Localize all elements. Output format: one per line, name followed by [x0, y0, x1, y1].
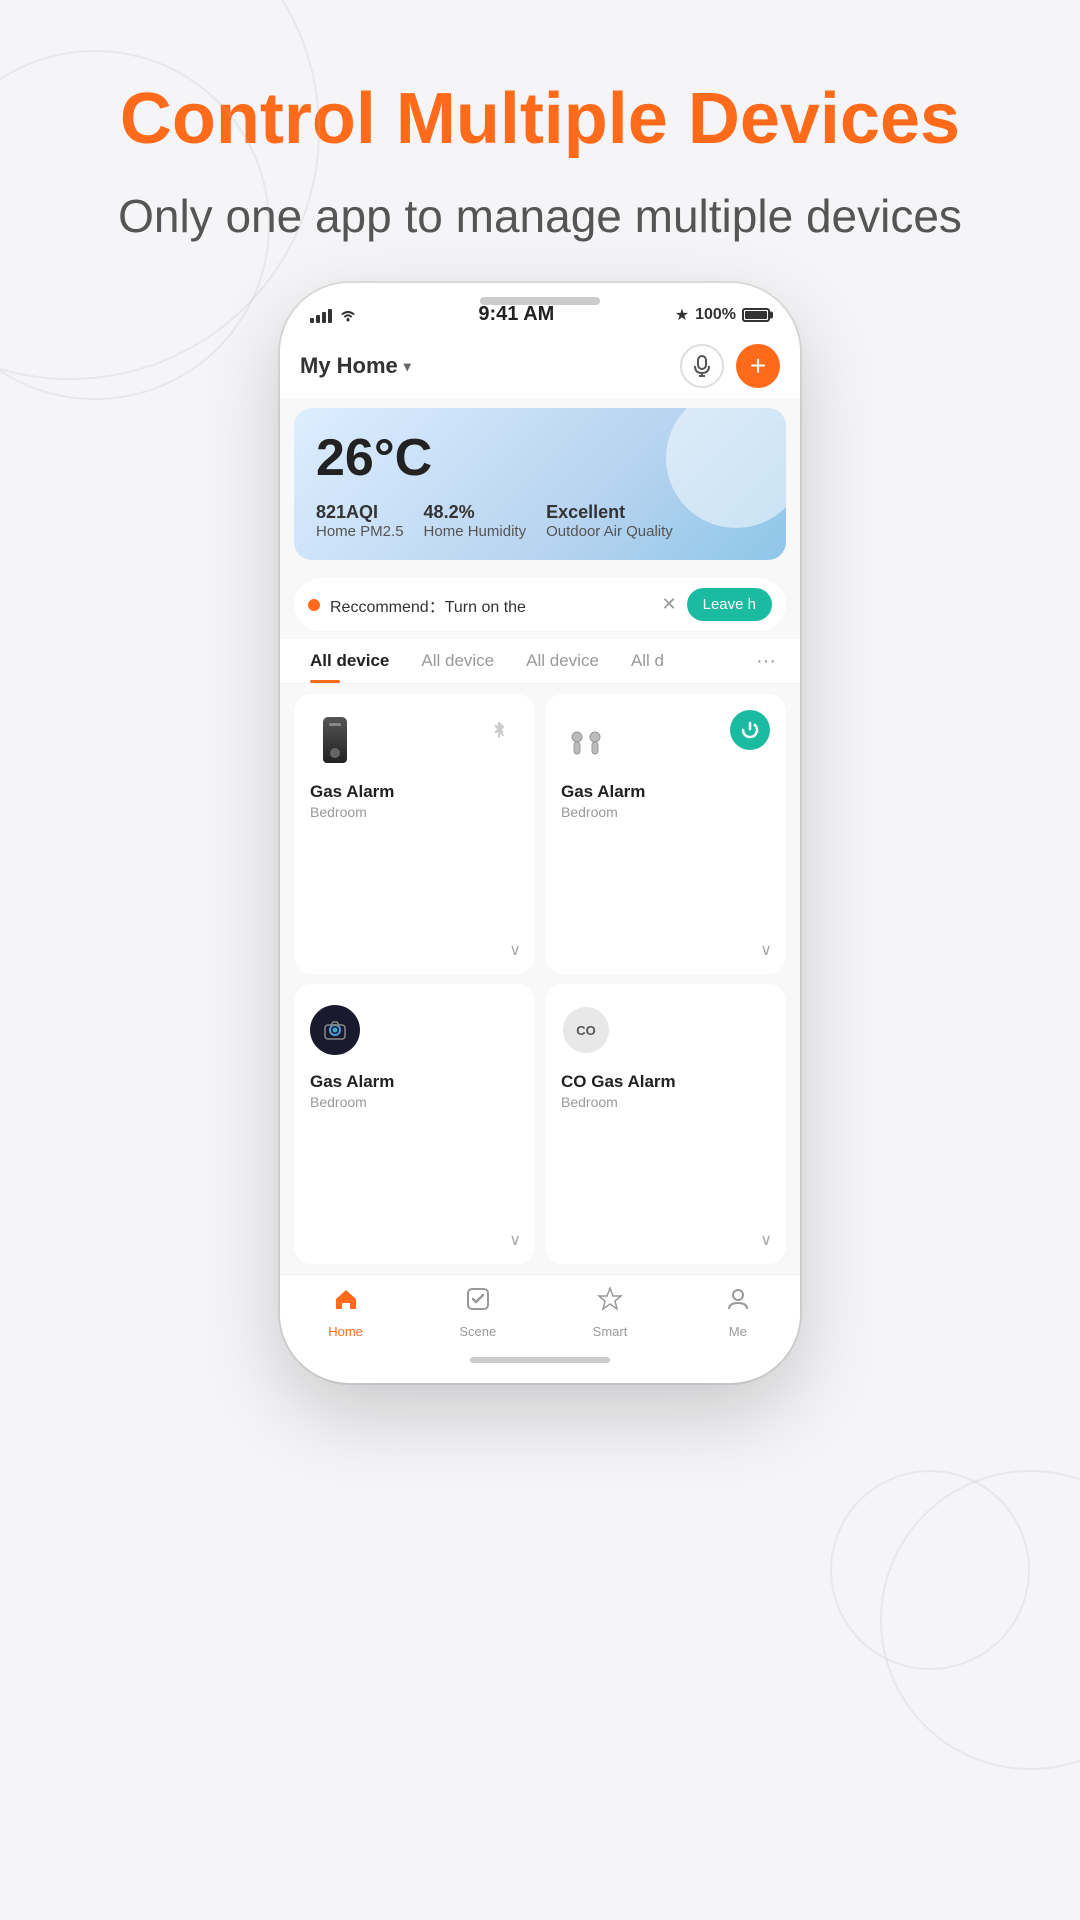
app-header: My Home ▾ + [280, 334, 800, 398]
nav-me[interactable]: Me [724, 1285, 752, 1339]
rec-text: Reccommend：Turn on the [330, 593, 652, 617]
tab-all-device-3[interactable]: All device [510, 639, 615, 683]
expand-icon-4[interactable]: ∨ [760, 1230, 772, 1250]
page-header: Control Multiple Devices Only one app to… [0, 0, 1080, 283]
device-card-4[interactable]: CO CO Gas Alarm Bedroom ∨ [545, 984, 786, 1264]
airpods-icon [561, 715, 611, 765]
page-title: Control Multiple Devices [0, 80, 1080, 159]
bluetooth-icon: ★ [675, 305, 689, 325]
mic-button[interactable] [680, 344, 724, 388]
tab-all-device-2[interactable]: All device [405, 639, 510, 683]
co-sensor-image: CO [561, 1000, 611, 1060]
gas-device-image [310, 710, 360, 770]
tabs-more-button[interactable]: ··· [746, 640, 786, 683]
device-card-3[interactable]: Gas Alarm Bedroom ∨ [294, 984, 535, 1264]
device-room-4: Bedroom [561, 1094, 770, 1110]
bottom-nav: Home Scene Smart [280, 1274, 800, 1347]
expand-icon-2[interactable]: ∨ [760, 940, 772, 960]
device-name-4: CO Gas Alarm [561, 1072, 770, 1092]
device-icon-area-2 [561, 710, 770, 770]
battery-icon [742, 308, 770, 322]
humidity-label: Home Humidity [424, 523, 527, 540]
page-subtitle: Only one app to manage multiple devices [0, 189, 1080, 243]
me-nav-label: Me [729, 1324, 747, 1339]
device-icon-area-1 [310, 710, 519, 770]
rec-dot-icon [308, 599, 320, 611]
home-nav-icon [332, 1285, 360, 1320]
device-room-1: Bedroom [310, 804, 519, 820]
status-left [310, 307, 358, 323]
home-indicator [470, 1357, 610, 1363]
weather-air-quality: Excellent Outdoor Air Quality [546, 502, 673, 540]
device-card-1[interactable]: Gas Alarm Bedroom ∨ [294, 694, 535, 974]
camera-image [310, 1000, 360, 1060]
power-on-icon [730, 710, 770, 750]
expand-icon-3[interactable]: ∨ [509, 1230, 521, 1250]
app-content: My Home ▾ + 26°C [280, 334, 800, 1347]
nav-home[interactable]: Home [328, 1285, 363, 1339]
scene-nav-icon [464, 1285, 492, 1320]
battery-percent: 100% [695, 306, 736, 324]
air-quality-value: Excellent [546, 502, 673, 523]
status-time: 9:41 AM [478, 303, 554, 326]
scene-nav-label: Scene [459, 1324, 496, 1339]
home-nav-label: Home [328, 1324, 363, 1339]
device-icon-area-4: CO [561, 1000, 770, 1060]
smart-nav-label: Smart [593, 1324, 628, 1339]
status-bar: 9:41 AM ★ 100% [280, 283, 800, 334]
aqi-label: Home PM2.5 [316, 523, 404, 540]
device-grid: Gas Alarm Bedroom ∨ [280, 684, 800, 1274]
add-button[interactable]: + [736, 344, 780, 388]
phone-bottom-bar [280, 1347, 800, 1383]
air-quality-label: Outdoor Air Quality [546, 523, 673, 540]
device-tabs: All device All device All device All d ·… [280, 639, 800, 684]
smart-nav-icon [596, 1285, 624, 1320]
device-icon-area-3 [310, 1000, 519, 1060]
bluetooth-off-icon [479, 710, 519, 750]
phone-frame: 9:41 AM ★ 100% My Home ▾ [280, 283, 800, 1383]
humidity-value: 48.2% [424, 502, 527, 523]
status-off-icon-3 [479, 1000, 519, 1040]
expand-icon-1[interactable]: ∨ [509, 940, 521, 960]
aqi-value: 821AQI [316, 502, 404, 523]
chevron-down-icon: ▾ [404, 358, 411, 375]
mic-icon [693, 355, 711, 377]
rec-action-button[interactable]: Leave h [687, 588, 772, 621]
header-icons: + [680, 344, 780, 388]
device-name-3: Gas Alarm [310, 1072, 519, 1092]
tab-all-device-1[interactable]: All device [294, 639, 405, 683]
nav-smart[interactable]: Smart [593, 1285, 628, 1339]
device-name-1: Gas Alarm [310, 782, 519, 802]
status-right: ★ 100% [675, 305, 770, 325]
device-card-2[interactable]: Gas Alarm Bedroom ∨ [545, 694, 786, 974]
status-off-icon-4 [730, 1000, 770, 1040]
weather-humidity: 48.2% Home Humidity [424, 502, 527, 540]
device-name-2: Gas Alarm [561, 782, 770, 802]
co-badge-icon: CO [563, 1007, 609, 1053]
device-room-2: Bedroom [561, 804, 770, 820]
nav-scene[interactable]: Scene [459, 1285, 496, 1339]
home-selector[interactable]: My Home ▾ [300, 353, 411, 379]
weather-card: 26°C 821AQI Home PM2.5 48.2% Home Humidi… [294, 408, 786, 560]
camera-circle-icon [310, 1005, 360, 1055]
airpods-image [561, 710, 611, 770]
weather-aqi: 821AQI Home PM2.5 [316, 502, 404, 540]
notch-pill [480, 297, 600, 305]
rec-close-button[interactable]: ✕ [662, 594, 677, 615]
device-room-3: Bedroom [310, 1094, 519, 1110]
recommendation-bar: Reccommend：Turn on the ✕ Leave h [294, 578, 786, 631]
tab-all-device-4[interactable]: All d [615, 639, 680, 683]
me-nav-icon [724, 1285, 752, 1320]
signal-bars [310, 307, 332, 323]
wifi-icon [338, 307, 358, 323]
home-name: My Home [300, 353, 398, 379]
